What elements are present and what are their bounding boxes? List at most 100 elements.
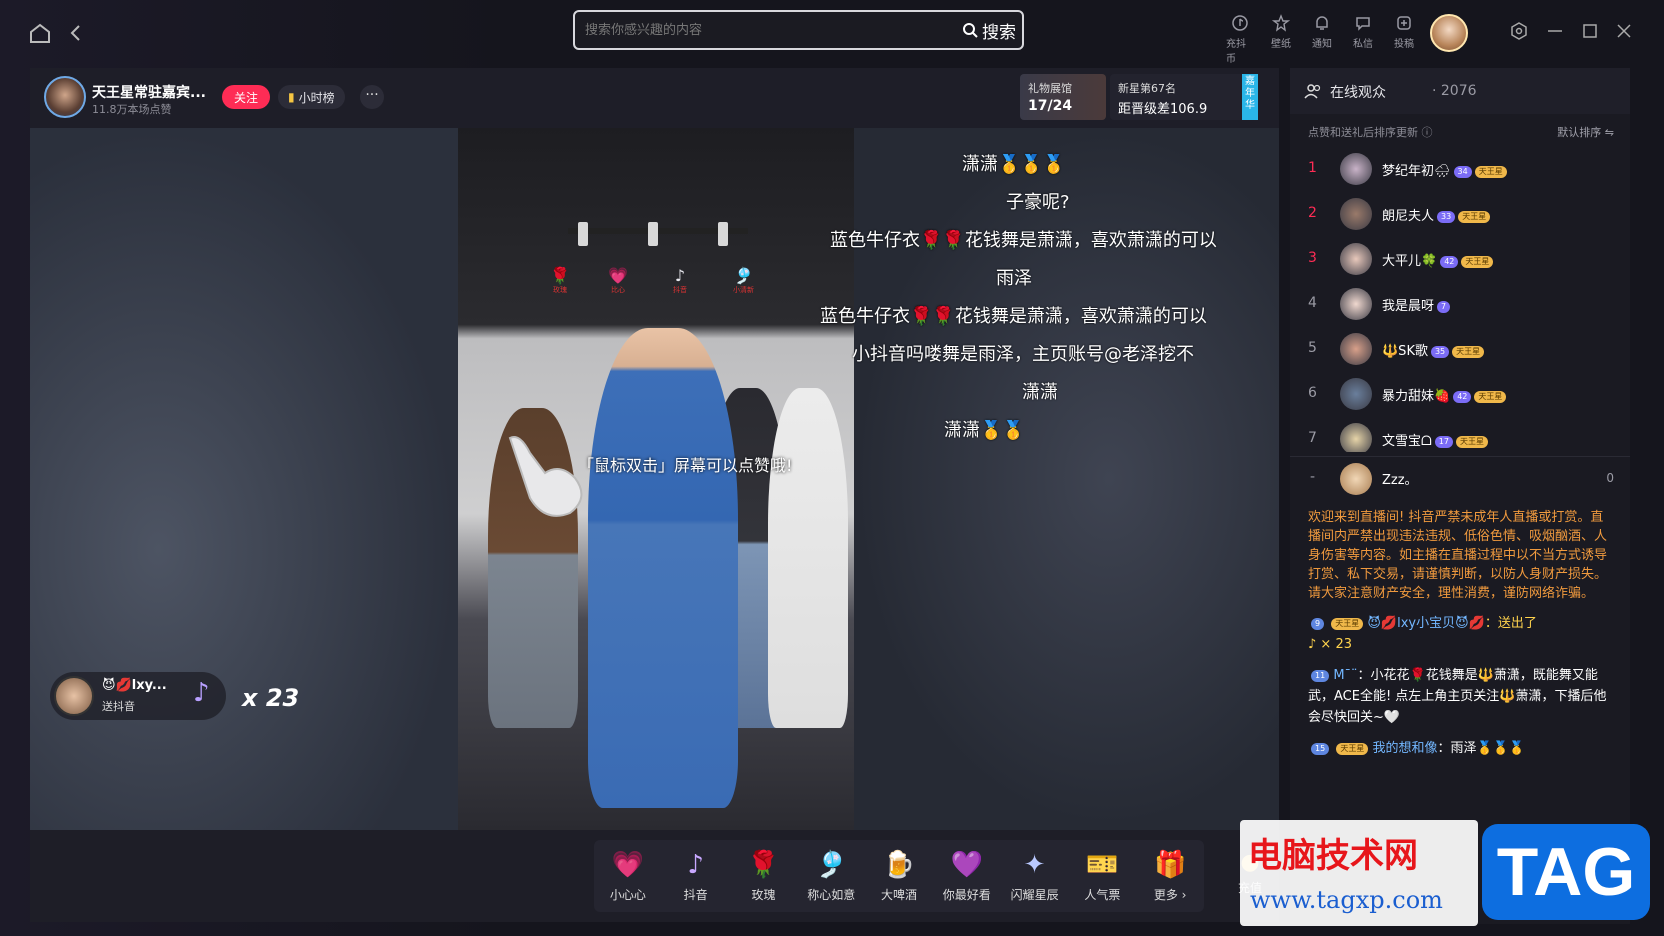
audience-avatar[interactable]: [1340, 288, 1372, 320]
mini-gift-heart: 💗 比心: [608, 266, 628, 294]
gift-label: 小心心: [609, 887, 646, 902]
gift-hall-card[interactable]: 礼物展馆 17/24: [1020, 74, 1106, 120]
audience-name-text: 我是晨呀: [1382, 299, 1435, 314]
audience-count: · 2076: [1432, 83, 1477, 99]
more-button[interactable]: ···: [360, 85, 384, 109]
newstar-card[interactable]: 新星第67名 距晋级差106.9 嘉年华: [1110, 74, 1258, 120]
search-bar: 搜索: [573, 10, 1024, 50]
audience-name-text: 梦纪年初🌧: [1382, 164, 1451, 179]
audience-avatar[interactable]: [1340, 333, 1372, 365]
newstar-rank: 新星第67名: [1118, 82, 1176, 95]
gift-star[interactable]: ✦ 闪耀星辰: [1001, 840, 1069, 912]
audience-row[interactable]: 7 文雪宝ᗝ 17 天王星: [1290, 418, 1630, 452]
level-badge: 42: [1440, 255, 1459, 268]
close-icon[interactable]: [1613, 20, 1635, 42]
level-badge: 17: [1434, 435, 1453, 448]
video-player[interactable]: 🌹 玫瑰 💗 比心 ♪ 抖音 🎐 小清新 「鼠标双击」屏幕可以点赞哦! 潇潇🥇🥇🥇 子豪…: [30, 128, 1279, 830]
ceiling-light: [648, 222, 658, 246]
audience-row[interactable]: 6 暴力甜妹🍓 42 天王星: [1290, 373, 1630, 417]
audience-avatar[interactable]: [1340, 243, 1372, 275]
star-gift-icon: ✦: [1023, 849, 1046, 880]
home-icon[interactable]: [28, 22, 52, 44]
user-avatar[interactable]: [1430, 14, 1468, 52]
danmu-item: 潇潇🥇🥇🥇: [962, 154, 1066, 175]
audience-name-text: 大平儿🍀: [1382, 254, 1438, 269]
gift-label: 更多 ›: [1153, 887, 1187, 902]
toolbar-label: 充抖币: [1226, 39, 1246, 65]
audience-row[interactable]: 2 朗尼夫人 33 天王星: [1290, 193, 1630, 237]
audience-row[interactable]: 1 梦纪年初🌧 34 天王星: [1290, 148, 1630, 192]
toolbar-item-notify[interactable]: 通知: [1308, 14, 1336, 65]
gift-label: 称心如意: [807, 887, 856, 902]
watermark-url: www.tagxp.com: [1250, 886, 1443, 914]
level-badge: 11: [1311, 669, 1330, 682]
gift-hall-progress: 17/24: [1028, 98, 1073, 114]
chat-message: 15 天王星 我的想和像：雨泽🥇🥇🥇: [1308, 738, 1608, 759]
gift-heart[interactable]: 💗 小心心: [594, 840, 662, 912]
toolbar: 充抖币 壁纸 通知 私信 投稿: [1226, 14, 1418, 65]
audience-avatar[interactable]: [1340, 198, 1372, 230]
gift-sender-name: 😈💋lxy...: [102, 678, 167, 693]
follow-button[interactable]: 关注: [222, 85, 270, 109]
sort-hint: 点赞和送礼后排序更新 ⓘ: [1308, 126, 1433, 139]
site-watermark: 电脑技术网 www.tagxp.com TAG: [1240, 820, 1652, 926]
level-badge: 33: [1437, 210, 1456, 223]
host-avatar[interactable]: [44, 76, 86, 118]
self-score: 0: [1606, 471, 1614, 485]
chat-extra: ♪ × 23: [1308, 637, 1352, 652]
chat-text: ：雨泽🥇🥇🥇: [1437, 741, 1526, 756]
audience-row[interactable]: 4 我是晨呀 7: [1290, 283, 1630, 327]
audience-name: 🔱SK歌 35 天王星: [1382, 340, 1485, 359]
tiktok-gift-icon: ♪: [193, 678, 210, 708]
audience-list: 1 梦纪年初🌧 34 天王星 2 朗尼夫人 33 天王星 3 大平儿🍀 42 天王星 4 我是晨呀 7 5 🔱S…: [1290, 148, 1630, 452]
toolbar-item-recharge[interactable]: 充抖币: [1226, 14, 1254, 65]
host-name[interactable]: 天王星常驻嘉宾...: [92, 82, 206, 102]
audience-rank: 3: [1308, 250, 1317, 266]
ticket-gift-icon: 🎫: [1086, 849, 1119, 880]
upload-icon: [1397, 16, 1411, 30]
fan-badge: 天王星: [1458, 210, 1491, 223]
sort-button[interactable]: 默认排序 ⇋: [1557, 124, 1614, 140]
audience-avatar[interactable]: [1340, 153, 1372, 185]
chat-message: 9 天王星 😈💋lxy小宝贝😈💋：送出了 ♪ × 23: [1308, 613, 1608, 655]
gift-ticket[interactable]: 🎫 人气票: [1068, 840, 1136, 912]
audience-rank: 2: [1308, 205, 1317, 221]
gift-popup: 😈💋lxy... 送抖音 ♪: [50, 672, 226, 720]
audience-avatar[interactable]: [1340, 378, 1372, 410]
chat-message: 11 M¯¨：小花花🌹花钱舞是🔱萧潇，既能舞又能武，ACE全能! 点左上角主页关…: [1308, 665, 1608, 728]
fan-badge: 天王星: [1452, 345, 1485, 358]
fan-badge: 天王星: [1474, 165, 1507, 178]
gift-label: 玫瑰: [751, 887, 776, 902]
back-icon[interactable]: [66, 22, 86, 44]
gift-prettiest[interactable]: 💜 你最好看: [933, 840, 1001, 912]
beer-gift-icon: 🍺: [882, 849, 916, 880]
audience-avatar[interactable]: [1340, 423, 1372, 452]
gift-rose[interactable]: 🌹 玫瑰: [730, 840, 798, 912]
search-input[interactable]: [585, 12, 925, 48]
gift-more[interactable]: 🎁 更多 ›: [1136, 840, 1204, 912]
chat-user[interactable]: M¯¨: [1333, 668, 1357, 683]
gift-beer[interactable]: 🍺 大啤酒: [865, 840, 933, 912]
gift-bar: 💗 小心心 ♪ 抖音 🌹 玫瑰 🎐 称心如意 🍺 大啤酒 💜 你最好看 ✦ 闪耀星辰 🎫 人气票…: [30, 830, 1279, 922]
chat-user[interactable]: 😈💋lxy小宝贝😈💋: [1367, 616, 1484, 631]
danmu-item: 雨泽: [996, 268, 1032, 289]
chat-user[interactable]: 我的想和像: [1372, 741, 1437, 756]
audience-row[interactable]: 3 大平儿🍀 42 天王星: [1290, 238, 1630, 282]
settings-icon[interactable]: [1508, 20, 1530, 42]
watermark-logo: 电脑技术网 www.tagxp.com: [1240, 820, 1478, 926]
video-blur-left: [30, 128, 458, 830]
audience-row[interactable]: 5 🔱SK歌 35 天王星: [1290, 328, 1630, 372]
top-bar: 搜索 充抖币 壁纸 通知 私信 投稿: [0, 0, 1664, 66]
gift-tiktok[interactable]: ♪ 抖音: [662, 840, 730, 912]
minimize-icon[interactable]: [1544, 20, 1566, 42]
search-button[interactable]: 搜索: [962, 16, 1016, 44]
toolbar-item-message[interactable]: 私信: [1349, 14, 1377, 65]
hourly-rank-button[interactable]: ▮ 小时榜: [278, 85, 345, 109]
toolbar-item-upload[interactable]: 投稿: [1390, 14, 1418, 65]
chat-area: 欢迎来到直播间! 抖音严禁未成年人直播或打赏。直播间内严禁出现违法违规、低俗色情…: [1308, 508, 1608, 759]
toolbar-item-wallpaper[interactable]: 壁纸: [1267, 14, 1295, 65]
danmu-item: 子豪呢?: [1006, 192, 1070, 213]
gift-list: 💗 小心心 ♪ 抖音 🌹 玫瑰 🎐 称心如意 🍺 大啤酒 💜 你最好看 ✦ 闪耀星辰 🎫 人气票…: [594, 840, 1204, 912]
gift-wish[interactable]: 🎐 称心如意: [797, 840, 865, 912]
maximize-icon[interactable]: [1579, 20, 1601, 42]
